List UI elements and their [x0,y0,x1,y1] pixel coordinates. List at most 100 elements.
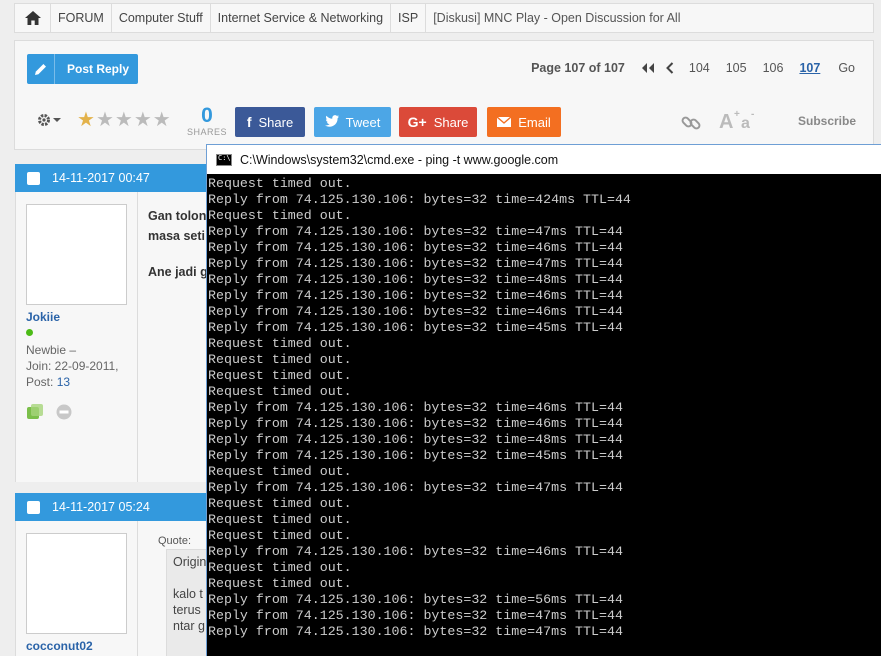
user-post-label: Post: [26,375,54,389]
star-icon[interactable]: ★ [77,109,95,131]
shares-count: 0 [201,104,213,127]
breadcrumb-item-isp[interactable]: ISP [391,4,427,32]
post-content-line: Ane jadi g [148,265,208,279]
cmd-app-icon [216,153,232,166]
cmd-output-line: Reply from 74.125.130.106: bytes=32 time… [208,320,623,335]
user-badges [26,404,72,423]
cmd-output-line: Request timed out. [208,496,352,511]
user-post-count-row: Post: 13 [26,374,70,390]
online-status-icon [26,329,33,336]
post-content-line: masa seti [148,229,205,243]
pagination: Page 107 of 107 104 105 106 107 Go [531,59,855,77]
cmd-output-line: Reply from 74.125.130.106: bytes=32 time… [208,592,623,607]
user-post-count[interactable]: 13 [57,375,70,389]
message-icon[interactable] [56,404,72,423]
svg-text:-: - [751,109,754,120]
cmd-output-line: Request timed out. [208,560,352,575]
page-link-105[interactable]: 105 [726,61,747,75]
cmd-output-line: Reply from 74.125.130.106: bytes=32 time… [208,448,623,463]
home-icon[interactable] [15,4,51,32]
cmd-output-line: Request timed out. [208,208,352,223]
cmd-output-line: Request timed out. [208,336,352,351]
post-content-line: Gan tolon [148,209,207,223]
quote-label: Quote: [158,535,192,547]
font-size-icon[interactable]: A + a - [719,108,761,135]
first-page-icon[interactable] [637,59,659,77]
cmd-output-line: Reply from 74.125.130.106: bytes=32 time… [208,272,623,287]
email-share-button[interactable]: Email [487,107,561,137]
cmd-output-line: Request timed out. [208,528,352,543]
twitter-icon [324,114,339,130]
breadcrumb-item-thread[interactable]: [Diskusi] MNC Play - Open Discussion for… [426,4,687,32]
star-icon[interactable]: ★ [115,109,133,131]
user-rank: Newbie – [26,343,77,357]
post-author-column: Jokiie Newbie – Join: 22-09-2011, Post: … [16,192,138,482]
twitter-tweet-label: Tweet [345,114,381,130]
link-icon[interactable] [681,113,701,136]
post-reply-button[interactable]: Post Reply [27,54,138,84]
page-link-104[interactable]: 104 [689,61,710,75]
cmd-output-line: Reply from 74.125.130.106: bytes=32 time… [208,192,631,207]
thread-rating[interactable]: ★ ★ ★ ★ ★ [77,109,172,131]
post-header: 14-11-2017 00:47 [15,164,225,192]
page-info: Page 107 of 107 [531,61,625,75]
post-reply-label: Post Reply [67,62,130,76]
go-button[interactable]: Go [838,61,855,75]
shares-counter: 0 SHARES [187,104,227,138]
reputation-icon [26,404,44,423]
post-select-checkbox[interactable] [27,171,40,185]
avatar[interactable] [26,204,127,305]
cmd-output-line: Reply from 74.125.130.106: bytes=32 time… [208,224,623,239]
breadcrumb: FORUM Computer Stuff Internet Service & … [14,3,874,33]
breadcrumb-item-internet-service[interactable]: Internet Service & Networking [211,4,392,32]
cmd-output-line: Reply from 74.125.130.106: bytes=32 time… [208,256,623,271]
breadcrumb-item-computer-stuff[interactable]: Computer Stuff [112,4,211,32]
gplus-share-label: Share [433,114,469,130]
post-select-checkbox[interactable] [27,500,40,514]
page-link-107[interactable]: 107 [799,61,820,75]
twitter-tweet-button[interactable]: Tweet [314,107,391,137]
subscribe-button[interactable]: Subscribe [798,114,856,128]
prev-page-icon[interactable] [659,59,681,77]
cmd-console-output[interactable]: Request timed out. Reply from 74.125.130.… [207,174,881,656]
cmd-output-line: Reply from 74.125.130.106: bytes=32 time… [208,304,623,319]
cmd-title-bar[interactable]: C:\Windows\system32\cmd.exe - ping -t ww… [207,145,881,174]
thread-toolbar: Post Reply Page 107 of 107 104 105 106 1… [14,40,874,150]
google-plus-icon: G+ [407,114,427,130]
facebook-icon: f [246,114,252,130]
envelope-icon [496,114,512,130]
cmd-output-line: Reply from 74.125.130.106: bytes=32 time… [208,400,623,415]
username[interactable]: Jokiie [26,310,60,324]
post-header: 14-11-2017 05:24 [15,493,225,521]
cmd-output-line: Reply from 74.125.130.106: bytes=32 time… [208,624,623,639]
breadcrumb-item-forum[interactable]: FORUM [51,4,112,32]
star-icon[interactable]: ★ [134,109,152,131]
cmd-output-line: Request timed out. [208,576,352,591]
avatar[interactable] [26,533,127,634]
page-link-106[interactable]: 106 [763,61,784,75]
cmd-output-line: Reply from 74.125.130.106: bytes=32 time… [208,544,623,559]
post-author-column: cocconut02 [16,521,138,656]
svg-text:A: A [719,111,733,130]
pencil-icon [27,54,55,84]
facebook-share-label: Share [258,114,294,130]
username[interactable]: cocconut02 [26,639,93,653]
facebook-share-button[interactable]: f Share [235,107,305,137]
star-icon[interactable]: ★ [153,109,171,131]
post-body: cocconut02 Quote: Origin kalo t terus nt… [15,521,226,656]
cmd-output-line: Request timed out. [208,368,352,383]
cmd-output-line: Reply from 74.125.130.106: bytes=32 time… [208,416,623,431]
cmd-output-line: Request timed out. [208,464,352,479]
svg-text:+: + [734,109,740,120]
star-icon[interactable]: ★ [96,109,114,131]
cmd-output-line: Request timed out. [208,352,352,367]
cmd-output-line: Reply from 74.125.130.106: bytes=32 time… [208,432,623,447]
cmd-window[interactable]: C:\Windows\system32\cmd.exe - ping -t ww… [206,144,881,656]
post-body: Jokiie Newbie – Join: 22-09-2011, Post: … [15,192,215,482]
cmd-output-line: Reply from 74.125.130.106: bytes=32 time… [208,608,623,623]
svg-text:a: a [741,115,750,130]
share-row: ★ ★ ★ ★ ★ 0 SHARES f Share Tweet G+ Shar… [15,103,873,143]
cmd-output-line: Request timed out. [208,512,352,527]
gplus-share-button[interactable]: G+ Share [399,107,477,137]
thread-tools-gear-icon[interactable] [37,113,61,127]
